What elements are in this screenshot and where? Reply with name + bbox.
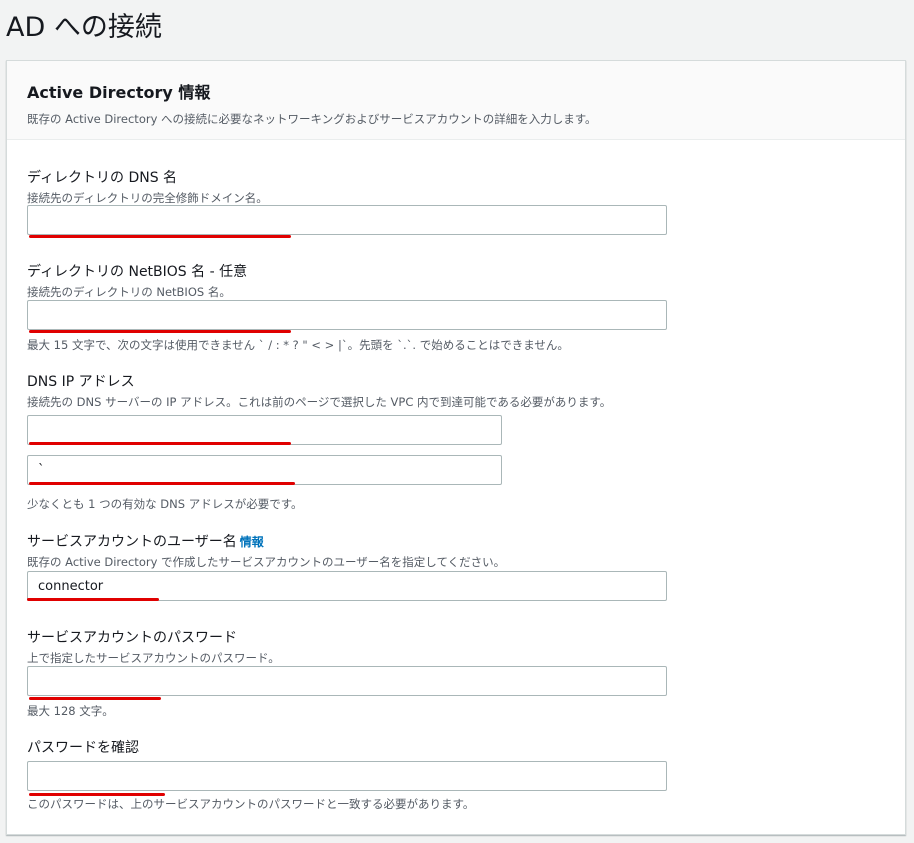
dns-ip-field-header: DNS IP アドレス 接続先の DNS サーバーの IP アドレス。これは前の… — [27, 371, 611, 410]
dns-ip-label: DNS IP アドレス — [27, 374, 135, 390]
dns-name-field-header: ディレクトリの DNS 名 接続先のディレクトリの完全修飾ドメイン名。 — [27, 167, 268, 206]
netbios-name-constraint: 最大 15 文字で、次の文字は使用できません ` / : * ? " < > |… — [27, 338, 569, 352]
dns-name-description: 接続先のディレクトリの完全修飾ドメイン名。 — [27, 191, 268, 205]
dns-name-input[interactable] — [27, 205, 667, 235]
netbios-name-input[interactable] — [27, 300, 667, 330]
dns-ip-input-2[interactable] — [27, 455, 502, 485]
dns-ip-description: 接続先の DNS サーバーの IP アドレス。これは前のページで選択した VPC… — [27, 395, 612, 409]
service-account-password-input[interactable] — [27, 666, 667, 696]
annotation-underline — [27, 598, 159, 601]
service-account-password-field-header: サービスアカウントのパスワード 上で指定したサービスアカウントのパスワード。 — [27, 627, 280, 666]
netbios-name-description: 接続先のディレクトリの NetBIOS 名。 — [27, 285, 231, 299]
confirm-password-field-header: パスワードを確認 — [27, 737, 139, 757]
service-account-user-description: 既存の Active Directory で作成したサービスアカウントのユーザー… — [27, 555, 506, 569]
confirm-password-constraint: このパスワードは、上のサービスアカウントのパスワードと一致する必要があります。 — [27, 797, 475, 811]
service-account-password-description: 上で指定したサービスアカウントのパスワード。 — [27, 651, 280, 665]
annotation-underline — [29, 442, 291, 445]
service-account-user-input[interactable] — [27, 571, 667, 601]
info-link[interactable]: 情報 — [240, 535, 264, 549]
annotation-underline — [29, 482, 295, 485]
service-account-user-label-text: サービスアカウントのユーザー名 — [27, 534, 237, 550]
annotation-underline — [29, 330, 291, 333]
annotation-underline — [29, 235, 291, 238]
dns-ip-constraint: 少なくとも 1 つの有効な DNS アドレスが必要です。 — [27, 497, 303, 511]
dns-ip-input-1[interactable] — [27, 415, 502, 445]
dns-name-label: ディレクトリの DNS 名 — [27, 170, 178, 186]
confirm-password-input[interactable] — [27, 761, 667, 791]
netbios-name-label: ディレクトリの NetBIOS 名 - 任意 — [27, 264, 248, 280]
panel-title: Active Directory 情報 — [27, 83, 211, 102]
page-title: AD への接続 — [6, 12, 162, 43]
confirm-password-label: パスワードを確認 — [27, 740, 139, 756]
service-account-password-constraint: 最大 128 文字。 — [27, 704, 114, 718]
service-account-user-field-header: サービスアカウントのユーザー名 情報 既存の Active Directory で… — [27, 531, 505, 570]
service-account-user-label: サービスアカウントのユーザー名 情報 — [27, 531, 505, 551]
annotation-underline — [29, 697, 161, 700]
netbios-name-field-header: ディレクトリの NetBIOS 名 - 任意 接続先のディレクトリの NetBI… — [27, 261, 247, 300]
panel-header: Active Directory 情報 既存の Active Directory… — [7, 61, 905, 140]
active-directory-info-panel: Active Directory 情報 既存の Active Directory… — [6, 60, 906, 835]
service-account-password-label: サービスアカウントのパスワード — [27, 630, 237, 646]
panel-description: 既存の Active Directory への接続に必要なネットワーキングおよび… — [27, 112, 597, 126]
